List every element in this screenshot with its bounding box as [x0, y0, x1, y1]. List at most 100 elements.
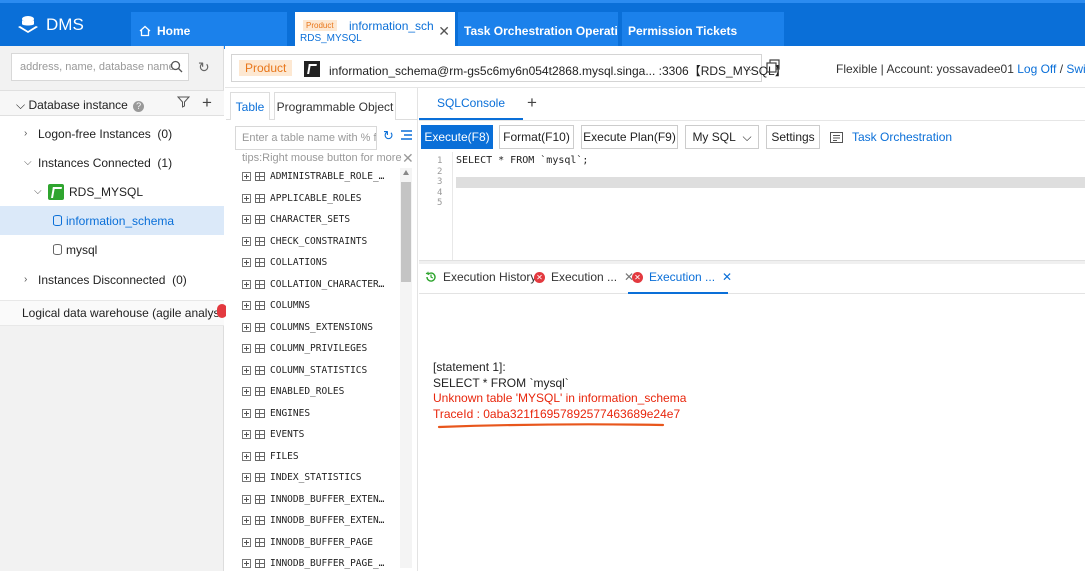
expand-icon[interactable]: [242, 494, 251, 504]
expand-icon[interactable]: [242, 537, 251, 547]
chevron-right-icon[interactable]: ›: [24, 128, 38, 139]
expand-icon[interactable]: [242, 451, 251, 461]
sql-dialect-select[interactable]: My SQL ⌵: [685, 125, 759, 149]
logical-data-warehouse-item[interactable]: Logical data warehouse (agile analysis): [0, 300, 224, 326]
table-icon: [255, 172, 265, 182]
table-list-item[interactable]: EVENTS: [242, 424, 400, 446]
table-list-item[interactable]: COLLATIONS: [242, 252, 400, 274]
table-list-item[interactable]: INNODB_BUFFER_PAGE: [242, 532, 400, 554]
format-button[interactable]: Format(F10): [499, 125, 574, 149]
tree-item-information-schema-label: information_schema: [66, 213, 175, 228]
close-tab-icon[interactable]: ✕: [722, 270, 732, 284]
refresh-icon[interactable]: ↻: [198, 59, 210, 76]
sql-code[interactable]: SELECT * FROM `mysql`;: [456, 155, 588, 166]
logoff-link[interactable]: Log Off: [1017, 62, 1056, 76]
execute-button[interactable]: Execute(F8): [421, 125, 493, 149]
filter-icon[interactable]: [177, 96, 190, 108]
tab-sql-console[interactable]: SQLConsole: [419, 88, 523, 120]
error-message: Unknown table 'MYSQL' in information_sch…: [433, 391, 687, 405]
tab-permission-tickets[interactable]: Permission Tickets: [622, 12, 784, 49]
table-list-item[interactable]: COLUMN_PRIVILEGES: [242, 338, 400, 360]
expand-icon[interactable]: [242, 559, 251, 569]
scrollbar-thumb[interactable]: [401, 182, 411, 282]
table-name: EVENTS: [270, 429, 305, 441]
settings-button[interactable]: Settings: [766, 125, 820, 149]
close-icon[interactable]: ✕: [402, 150, 414, 167]
expand-icon[interactable]: [242, 322, 251, 332]
expand-icon[interactable]: [242, 193, 251, 203]
table-list-item[interactable]: CHECK_CONSTRAINTS: [242, 231, 400, 253]
sql-editor[interactable]: 12345 SELECT * FROM `mysql`;: [419, 152, 1085, 260]
tab-execution-error-2[interactable]: ✕ Execution ... ✕: [632, 270, 732, 284]
tab-task-orchestration[interactable]: Task Orchestration Operation: [458, 12, 618, 49]
database-instance-label: Database instance: [28, 98, 128, 112]
result-tabs: Execution History ✕ Execution ... ✕ ✕ Ex…: [419, 264, 1085, 294]
tree-item-logon-free[interactable]: › Logon-free Instances (0): [0, 119, 224, 148]
table-list-item[interactable]: ADMINISTRABLE_ROLE_AUTHORIZATIONS: [242, 166, 400, 188]
tree-item-disconnected[interactable]: › Instances Disconnected (0): [0, 265, 224, 294]
expand-icon[interactable]: [242, 301, 251, 311]
table-list-item[interactable]: INNODB_BUFFER_PAGE_LRU: [242, 553, 400, 571]
chevron-down-icon: ⌵: [742, 129, 752, 144]
search-icon[interactable]: [170, 60, 183, 73]
tab-execution-error-1[interactable]: ✕ Execution ... ✕: [534, 270, 634, 284]
expand-icon[interactable]: [242, 408, 251, 418]
execute-plan-button[interactable]: Execute Plan(F9): [581, 125, 678, 149]
expand-icon[interactable]: [242, 516, 251, 526]
expand-icon[interactable]: [242, 172, 251, 182]
trace-id[interactable]: TraceId : 0aba321f16957892577463689e24e7: [433, 407, 686, 423]
tab-information-schema[interactable]: Product information_schema RDS_MYSQL ✕: [295, 12, 455, 49]
table-list-item[interactable]: COLUMN_STATISTICS: [242, 360, 400, 382]
close-tab-icon[interactable]: ✕: [438, 23, 450, 40]
dms-logo[interactable]: DMS: [16, 11, 84, 39]
expand-icon[interactable]: [242, 344, 251, 354]
tree-item-mysql[interactable]: mysql: [0, 235, 224, 264]
result-panel: [statement 1]: SELECT * FROM `mysql` Unk…: [419, 294, 1085, 571]
tab-home[interactable]: Home: [131, 12, 287, 49]
tree-item-information-schema[interactable]: information_schema: [0, 206, 224, 235]
tab-execution-history[interactable]: Execution History: [425, 270, 536, 284]
table-list-item[interactable]: INDEX_STATISTICS: [242, 467, 400, 489]
add-instance-icon[interactable]: +: [202, 93, 212, 113]
expand-icon[interactable]: [242, 215, 251, 225]
chevron-right-icon[interactable]: ›: [24, 274, 38, 285]
table-list-item[interactable]: COLLATION_CHARACTER_SET_APPLICABILITY: [242, 274, 400, 296]
table-list-item[interactable]: INNODB_BUFFER_EXTENTS: [242, 489, 400, 511]
table-filter-input[interactable]: Enter a table name with % for fuzzy sear…: [235, 126, 377, 150]
tab-table[interactable]: Table: [230, 92, 270, 120]
tab-programmable-object[interactable]: Programmable Object: [274, 92, 396, 120]
table-list-item[interactable]: APPLICABLE_ROLES: [242, 188, 400, 210]
table-list-item[interactable]: ENABLED_ROLES: [242, 381, 400, 403]
expand-icon[interactable]: [242, 473, 251, 483]
refresh-icon[interactable]: ↻: [383, 128, 394, 144]
table-list-scrollbar[interactable]: [400, 168, 412, 568]
popout-icon[interactable]: [766, 59, 780, 73]
connection-select[interactable]: Product information_schema@rm-gs5c6my6n0…: [231, 54, 787, 82]
table-list-item[interactable]: ENGINES: [242, 403, 400, 425]
tree-item-connected[interactable]: ⌵ Instances Connected (1): [0, 148, 224, 177]
switch-link[interactable]: Switch: [1066, 62, 1085, 76]
expand-icon[interactable]: [242, 236, 251, 246]
table-list-item[interactable]: COLUMNS: [242, 295, 400, 317]
expand-icon[interactable]: [242, 279, 251, 289]
add-console-icon[interactable]: +: [527, 93, 537, 113]
expand-icon[interactable]: [242, 387, 251, 397]
chevron-down-icon[interactable]: ⌵: [24, 157, 38, 168]
expand-icon[interactable]: [242, 430, 251, 440]
chevron-down-icon[interactable]: ⌵: [746, 60, 755, 75]
chevron-down-icon[interactable]: ⌵: [34, 186, 48, 197]
scroll-up-icon[interactable]: [403, 170, 409, 175]
instance-search-input[interactable]: address, name, database name: [11, 53, 189, 81]
task-orchestration-link[interactable]: Task Orchestration: [830, 130, 952, 144]
help-icon[interactable]: ?: [133, 101, 145, 112]
table-list-item[interactable]: CHARACTER_SETS: [242, 209, 400, 231]
table-list-item[interactable]: FILES: [242, 446, 400, 468]
list-view-icon[interactable]: [401, 130, 412, 140]
table-list-item[interactable]: INNODB_BUFFER_EXTENTS_LRU: [242, 510, 400, 532]
tree-item-rds-mysql[interactable]: ⌵ RDS_MYSQL: [0, 177, 224, 206]
expand-icon[interactable]: [242, 365, 251, 375]
table-list-item[interactable]: COLUMNS_EXTENSIONS: [242, 317, 400, 339]
task-orchestration-icon: [830, 131, 843, 143]
line-number-gutter: 12345: [419, 152, 453, 260]
expand-icon[interactable]: [242, 258, 251, 268]
